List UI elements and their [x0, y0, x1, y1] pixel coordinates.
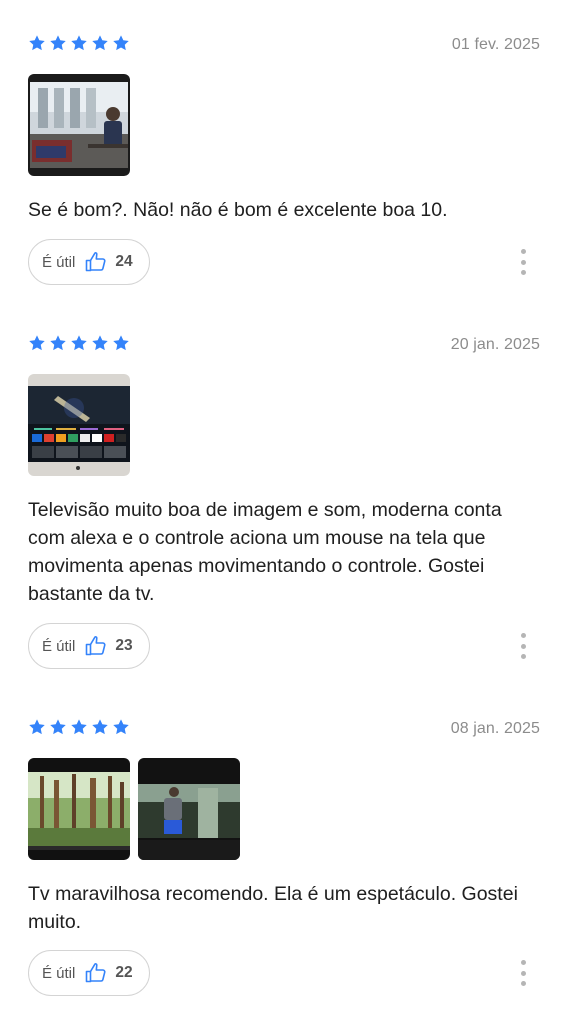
helpful-count: 24 — [115, 253, 133, 270]
star-icon — [112, 718, 130, 736]
star-icon — [112, 334, 130, 352]
star-icon — [28, 334, 46, 352]
review-photos — [28, 374, 130, 476]
star-icon — [49, 334, 67, 352]
review-date: 08 jan. 2025 — [450, 720, 540, 737]
star-rating — [28, 34, 130, 52]
star-icon — [91, 34, 109, 52]
star-icon — [70, 334, 88, 352]
star-icon — [49, 34, 67, 52]
more-options-icon[interactable] — [518, 960, 528, 986]
helpful-count: 23 — [115, 637, 133, 654]
more-options-icon[interactable] — [518, 249, 528, 275]
star-icon — [91, 334, 109, 352]
star-icon — [28, 718, 46, 736]
review-text: Televisão muito boa de imagem e som, mod… — [28, 499, 502, 605]
star-rating — [28, 334, 130, 352]
review-photo[interactable] — [28, 74, 130, 176]
helpful-label: É útil — [42, 964, 76, 982]
review-text: Se é bom?. Não! não é bom é excelente bo… — [28, 199, 448, 221]
star-icon — [49, 718, 67, 736]
thumbs-up-icon — [86, 963, 106, 983]
star-rating — [28, 718, 130, 736]
helpful-button[interactable]: É útil 24 — [28, 239, 150, 285]
review-date: 01 fev. 2025 — [451, 36, 540, 53]
star-icon — [91, 718, 109, 736]
review-photo[interactable] — [28, 758, 130, 860]
review-photo[interactable] — [28, 374, 130, 476]
star-icon — [70, 718, 88, 736]
review-photos — [28, 74, 130, 176]
reviews-list: 01 fev. 2025 Se é bom?. Não! não é bom é… — [0, 0, 568, 1024]
review-date: 20 jan. 2025 — [450, 336, 540, 353]
review-text: Tv maravilhosa recomendo. Ela é um espet… — [28, 883, 518, 933]
star-icon — [70, 34, 88, 52]
star-icon — [112, 34, 130, 52]
helpful-label: É útil — [42, 637, 76, 655]
more-options-icon[interactable] — [518, 633, 528, 659]
helpful-label: É útil — [42, 253, 76, 271]
helpful-button[interactable]: É útil 23 — [28, 623, 150, 669]
helpful-button[interactable]: É útil 22 — [28, 950, 150, 996]
star-icon — [28, 34, 46, 52]
thumbs-up-icon — [86, 636, 106, 656]
review-photos — [28, 758, 240, 860]
thumbs-up-icon — [86, 252, 106, 272]
review-photo[interactable] — [138, 758, 240, 860]
helpful-count: 22 — [115, 964, 133, 981]
